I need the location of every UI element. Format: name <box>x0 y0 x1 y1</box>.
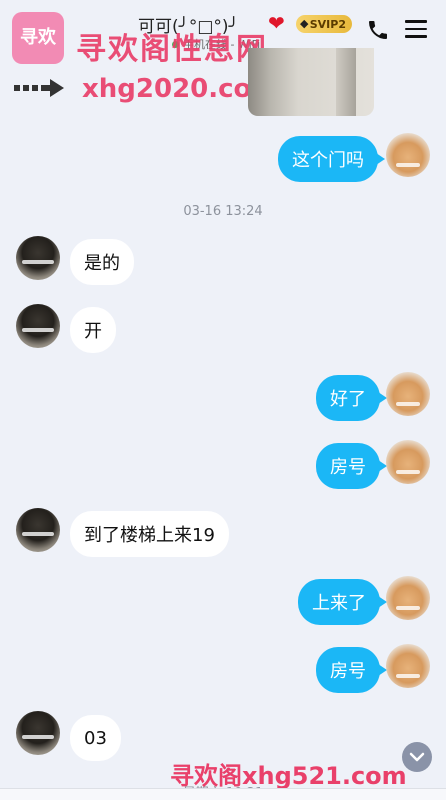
message-text: 上来了 <box>312 593 366 614</box>
message-text: 房号 <box>330 457 366 478</box>
watermark-logo-text: 寻欢 <box>20 27 56 48</box>
watermark-bottom: 寻欢阁xhg521.com <box>170 762 407 790</box>
chevron-down-icon <box>409 752 425 762</box>
heart-icon: ❤ <box>268 11 285 35</box>
my-avatar[interactable] <box>386 644 430 688</box>
phone-call-icon[interactable] <box>366 18 390 42</box>
message-bubble-outgoing[interactable]: 这个门吗 <box>278 136 385 182</box>
contact-avatar[interactable] <box>16 508 60 552</box>
message-text: 开 <box>84 321 102 342</box>
watermark-title: 寻欢阁性息网 <box>76 32 268 67</box>
scroll-to-bottom-button[interactable] <box>402 742 432 772</box>
message-bubble-incoming[interactable]: 开 <box>70 307 116 353</box>
my-avatar[interactable] <box>386 372 430 416</box>
message-text: 好了 <box>330 389 366 410</box>
watermark-logo: 寻欢 <box>12 12 64 64</box>
message-bubble-incoming[interactable]: 03 <box>70 715 121 761</box>
message-bubble-outgoing[interactable]: 房号 <box>316 443 387 489</box>
my-avatar[interactable] <box>386 440 430 484</box>
menu-icon[interactable] <box>405 20 427 40</box>
message-bubble-outgoing[interactable]: 上来了 <box>298 579 387 625</box>
message-text: 到了楼梯上来19 <box>84 525 215 546</box>
message-bubble-outgoing[interactable]: 房号 <box>316 647 387 693</box>
svip-label: SVIP2 <box>309 17 346 31</box>
message-bubble-outgoing[interactable]: 好了 <box>316 375 387 421</box>
contact-avatar[interactable] <box>16 236 60 280</box>
message-bubble-incoming[interactable]: 是的 <box>70 239 134 285</box>
message-text: 03 <box>84 727 107 749</box>
input-bar[interactable] <box>0 788 446 800</box>
my-avatar[interactable] <box>386 576 430 620</box>
arrow-right-icon <box>14 79 64 97</box>
photo-message[interactable] <box>248 48 374 116</box>
message-bubble-incoming[interactable]: 到了楼梯上来19 <box>70 511 229 557</box>
svip-badge[interactable]: ◆ SVIP2 <box>296 15 352 33</box>
contact-avatar[interactable] <box>16 711 60 755</box>
message-text: 房号 <box>330 661 366 682</box>
message-timestamp: 03-16 13:24 <box>183 204 263 219</box>
contact-avatar[interactable] <box>16 304 60 348</box>
message-text: 这个门吗 <box>292 150 364 171</box>
message-text: 是的 <box>84 253 120 274</box>
my-avatar[interactable] <box>386 133 430 177</box>
crown-icon: ◆ <box>300 17 309 30</box>
